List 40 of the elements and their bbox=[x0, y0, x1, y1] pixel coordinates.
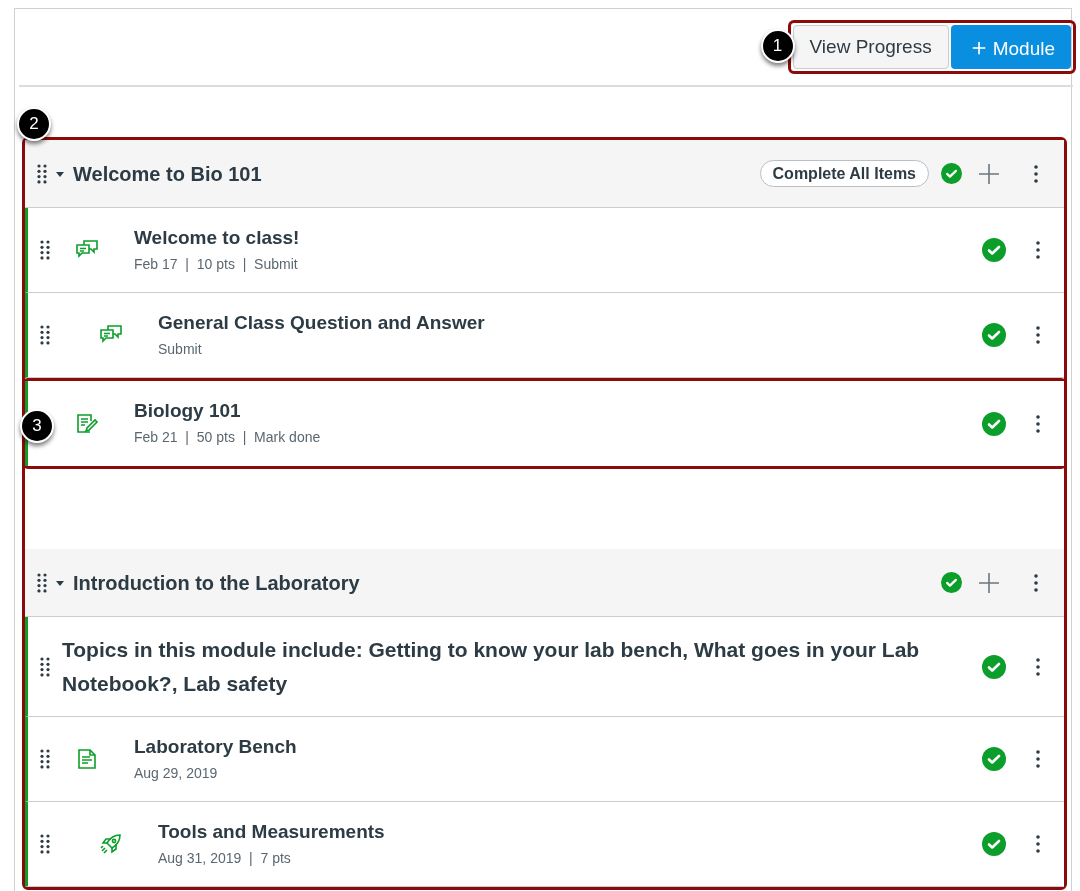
more-options-icon[interactable] bbox=[1036, 835, 1040, 853]
drag-handle-icon[interactable] bbox=[37, 572, 47, 593]
drag-handle-icon[interactable] bbox=[40, 749, 50, 769]
discussion-icon bbox=[75, 239, 99, 261]
assignment-icon bbox=[75, 411, 99, 436]
more-options-icon[interactable] bbox=[1036, 657, 1040, 676]
requirement-pill: Complete All Items bbox=[759, 160, 929, 187]
view-progress-button[interactable]: View Progress bbox=[792, 25, 949, 69]
callout-badge: 3 bbox=[20, 409, 54, 443]
item-title-link[interactable]: Biology 101 bbox=[134, 399, 966, 423]
drag-handle-icon[interactable] bbox=[40, 240, 50, 260]
item-title-link[interactable]: Tools and Measurements bbox=[158, 819, 966, 844]
more-options-icon[interactable] bbox=[1036, 414, 1040, 433]
more-options-icon[interactable] bbox=[1034, 573, 1038, 592]
more-options-icon[interactable] bbox=[1036, 326, 1040, 344]
rocket-icon bbox=[99, 832, 123, 856]
item-title-link[interactable]: Laboratory Bench bbox=[134, 734, 966, 759]
item-title-link[interactable]: Welcome to class! bbox=[134, 225, 966, 250]
discussion-icon bbox=[99, 324, 123, 346]
callout-badge: 2 bbox=[17, 107, 51, 141]
module-title: Welcome to Bio 101 bbox=[73, 161, 263, 187]
page-icon bbox=[77, 748, 97, 770]
item-details: Aug 31, 2019 | 7 pts bbox=[158, 848, 292, 868]
item-details: Submit bbox=[158, 339, 203, 359]
add-icon[interactable] bbox=[978, 571, 1000, 594]
item-details: Aug 29, 2019 bbox=[134, 763, 219, 783]
callout-badge: 1 bbox=[760, 29, 795, 63]
drag-handle-icon[interactable] bbox=[40, 325, 50, 345]
item-details: Feb 17 | 10 pts | Submit bbox=[134, 254, 299, 274]
module-text-header: Topics in this module include: Getting to know your lab bench, What goes in your Lab Notebook?, Lab safety bbox=[62, 636, 921, 697]
more-options-icon[interactable] bbox=[1036, 241, 1040, 259]
drag-handle-icon[interactable] bbox=[40, 834, 50, 854]
item-title-link[interactable]: General Class Question and Answer bbox=[158, 310, 966, 335]
item-details: Feb 21 | 50 pts | Mark done bbox=[134, 428, 322, 447]
drag-handle-icon[interactable] bbox=[40, 656, 50, 677]
more-options-icon[interactable] bbox=[1034, 164, 1038, 183]
module-title: Introduction to the Laboratory bbox=[73, 570, 361, 596]
more-options-icon[interactable] bbox=[1036, 750, 1040, 768]
add-icon[interactable] bbox=[978, 162, 1000, 185]
drag-handle-icon[interactable] bbox=[37, 163, 47, 184]
